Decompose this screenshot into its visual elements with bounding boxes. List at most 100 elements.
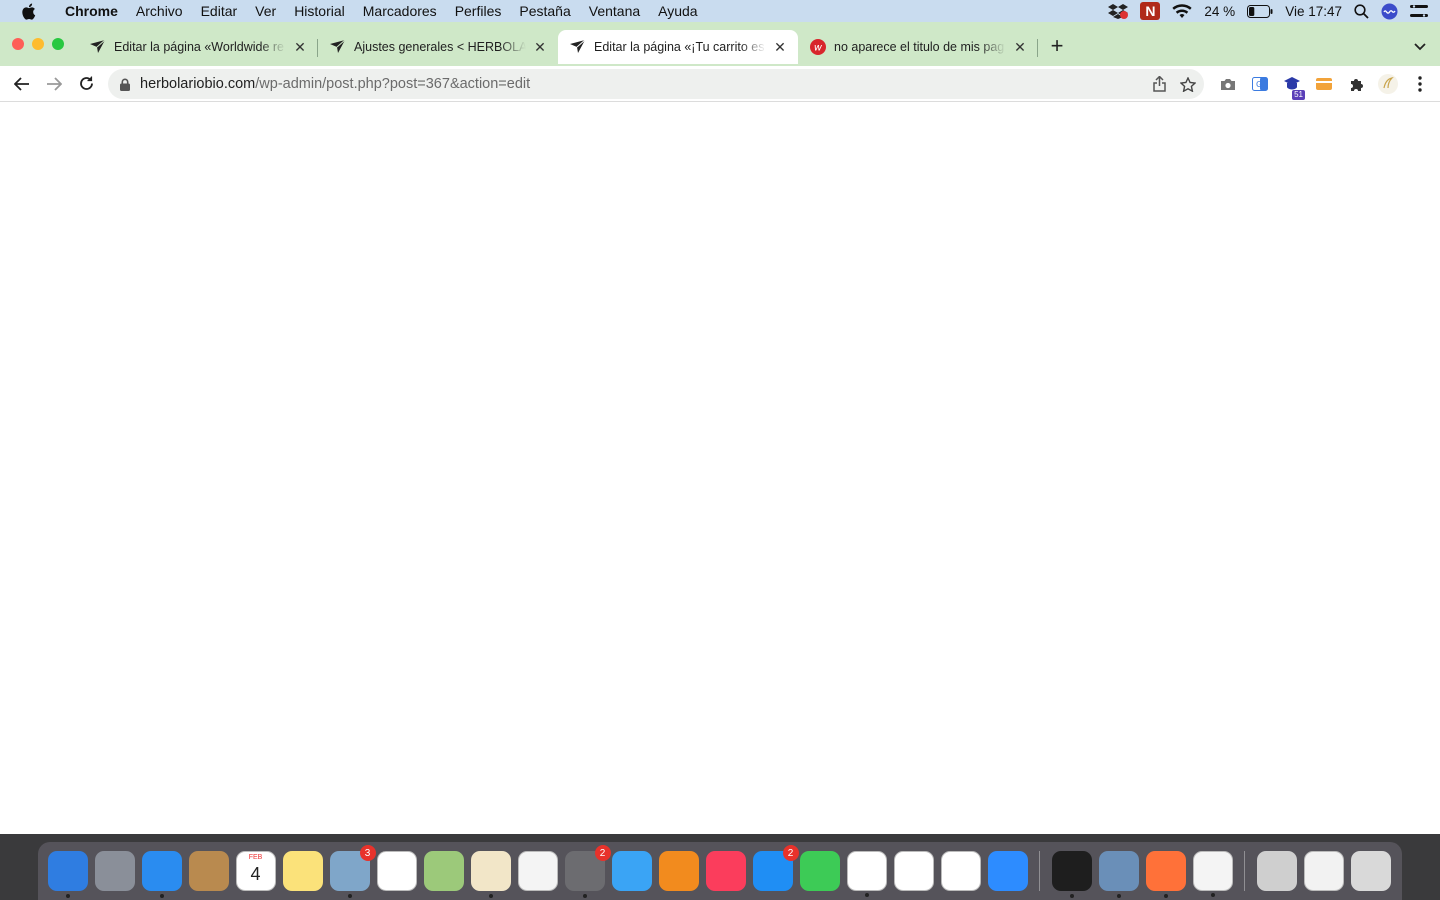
running-indicator <box>347 894 352 898</box>
tab-close-icon[interactable]: ✕ <box>292 39 308 55</box>
tab-title: no aparece el titulo de mis pag <box>834 40 1005 54</box>
menu-ver[interactable]: Ver <box>246 0 285 22</box>
menu-pestana[interactable]: Pestaña <box>510 0 579 22</box>
siri-icon[interactable] <box>1381 3 1398 20</box>
notification-badge: 2 <box>594 845 611 861</box>
terminal-icon[interactable] <box>1051 851 1092 898</box>
lock-icon[interactable] <box>120 78 130 91</box>
tab-editar-worldwide[interactable]: Editar la página «Worldwide re ✕ <box>78 30 318 64</box>
keynote-icon[interactable] <box>940 851 981 891</box>
back-arrow-icon[interactable] <box>6 68 38 100</box>
running-indicator <box>1116 894 1121 898</box>
trash-icon[interactable] <box>1350 851 1391 891</box>
wifi-icon[interactable] <box>1172 3 1193 19</box>
dropbox-icon[interactable] <box>1108 3 1129 19</box>
battery-icon[interactable] <box>1247 4 1273 18</box>
menu-ayuda[interactable]: Ayuda <box>649 0 706 22</box>
menu-editar[interactable]: Editar <box>192 0 247 22</box>
status-area: N 24 % Vie 17:47 <box>1096 0 1440 22</box>
url-host: herbolariobio.com <box>140 76 256 92</box>
reload-icon[interactable] <box>70 68 102 100</box>
downloads-stack-icon[interactable] <box>1256 851 1297 891</box>
bookmark-star-icon[interactable] <box>1180 76 1196 92</box>
system-preferences-icon[interactable]: 2 <box>564 845 611 898</box>
translate-extension-icon[interactable]: G <box>1244 77 1276 91</box>
clock[interactable]: Vie 17:47 <box>1285 4 1342 19</box>
chrome-icon[interactable] <box>846 851 887 897</box>
textedit-icon[interactable] <box>470 851 511 898</box>
wordpress-plane-icon <box>570 39 586 55</box>
calendar-icon[interactable]: 4 FEB <box>235 851 276 891</box>
books-icon[interactable] <box>658 851 699 891</box>
documents-stack-icon[interactable] <box>1303 851 1344 891</box>
mail-preview-icon[interactable]: 3 <box>329 845 376 898</box>
running-indicator <box>488 894 493 898</box>
facetime-icon[interactable] <box>799 851 840 891</box>
tab-title: Ajustes generales < HERBOLARIO <box>354 40 526 54</box>
dock-separator <box>1039 851 1040 891</box>
preview-icon[interactable] <box>1098 851 1139 898</box>
firefox-icon[interactable] <box>1145 851 1186 898</box>
calendar-day: 4 <box>250 863 261 884</box>
dock-separator <box>1244 851 1245 891</box>
address-bar[interactable]: herbolariobio.com/wp-admin/post.php?post… <box>108 69 1204 99</box>
menu-marcadores[interactable]: Marcadores <box>354 0 446 22</box>
numbers-icon[interactable] <box>893 851 934 891</box>
music-icon[interactable] <box>705 851 746 891</box>
tab-close-icon[interactable]: ✕ <box>772 39 788 55</box>
browser-window: Editar la página «Worldwide re ✕ Ajustes… <box>0 22 1440 834</box>
maps-icon[interactable] <box>423 851 464 891</box>
running-indicator <box>582 894 587 898</box>
tab-title: Editar la página «¡Tu carrito es <box>594 40 765 54</box>
wordpress-plane-icon <box>330 39 346 55</box>
zoom-window-button[interactable] <box>52 38 64 50</box>
reminders-icon[interactable] <box>376 851 417 891</box>
launchpad-icon[interactable] <box>94 851 135 891</box>
tab-editar-carrito[interactable]: Editar la página «¡Tu carrito es ✕ <box>558 30 798 64</box>
running-indicator <box>159 894 164 898</box>
page-content-blank[interactable] <box>0 102 1440 834</box>
navigation-buttons <box>6 68 102 100</box>
minimize-window-button[interactable] <box>32 38 44 50</box>
svg-text:G: G <box>1256 80 1262 89</box>
extensions-area: G 51 <box>1212 66 1436 102</box>
forward-arrow-icon[interactable] <box>38 68 70 100</box>
photos-icon[interactable] <box>517 851 558 891</box>
running-indicator <box>1210 893 1215 897</box>
omnibox-actions <box>1139 76 1204 92</box>
tab-ajustes-generales[interactable]: Ajustes generales < HERBOLARIO ✕ <box>318 30 558 64</box>
control-center-icon[interactable] <box>1410 4 1428 18</box>
n-app-icon[interactable]: N <box>1140 2 1161 20</box>
new-tab-button[interactable]: + <box>1046 33 1068 58</box>
more-menu-icon[interactable] <box>1404 76 1436 92</box>
messages-icon[interactable] <box>611 851 652 891</box>
java-icon[interactable] <box>1192 851 1233 897</box>
menu-historial[interactable]: Historial <box>285 0 354 22</box>
tab-close-icon[interactable]: ✕ <box>532 39 548 55</box>
close-window-button[interactable] <box>12 38 24 50</box>
menu-ventana[interactable]: Ventana <box>580 0 649 22</box>
tab-no-aparece-titulo[interactable]: w no aparece el titulo de mis pag ✕ <box>798 30 1038 64</box>
apple-logo-icon[interactable] <box>0 3 56 20</box>
app-store-icon[interactable]: 2 <box>752 845 799 891</box>
camera-icon[interactable] <box>1212 78 1244 91</box>
profile-avatar-icon[interactable] <box>1372 74 1404 94</box>
notification-badge: 2 <box>782 845 799 861</box>
tab-close-icon[interactable]: ✕ <box>1012 39 1028 55</box>
menu-app-name[interactable]: Chrome <box>56 0 127 22</box>
window-controls <box>12 38 72 50</box>
notes-icon[interactable] <box>282 851 323 891</box>
url-path: /wp-admin/post.php?post=367&action=edit <box>255 76 531 92</box>
menu-archivo[interactable]: Archivo <box>127 0 192 22</box>
contacts-icon[interactable] <box>188 851 229 891</box>
safari-icon[interactable] <box>141 851 182 898</box>
orange-card-extension-icon[interactable] <box>1308 77 1340 91</box>
menu-perfiles[interactable]: Perfiles <box>446 0 511 22</box>
spotlight-search-icon[interactable] <box>1354 3 1369 19</box>
tab-search-chevron-down-icon[interactable] <box>1414 38 1426 56</box>
graduation-cap-extension-icon[interactable]: 51 <box>1276 76 1308 100</box>
finder-icon[interactable] <box>47 851 88 898</box>
share-icon[interactable] <box>1153 76 1166 92</box>
puzzle-extensions-icon[interactable] <box>1340 77 1372 92</box>
zoom-icon[interactable] <box>987 851 1028 891</box>
